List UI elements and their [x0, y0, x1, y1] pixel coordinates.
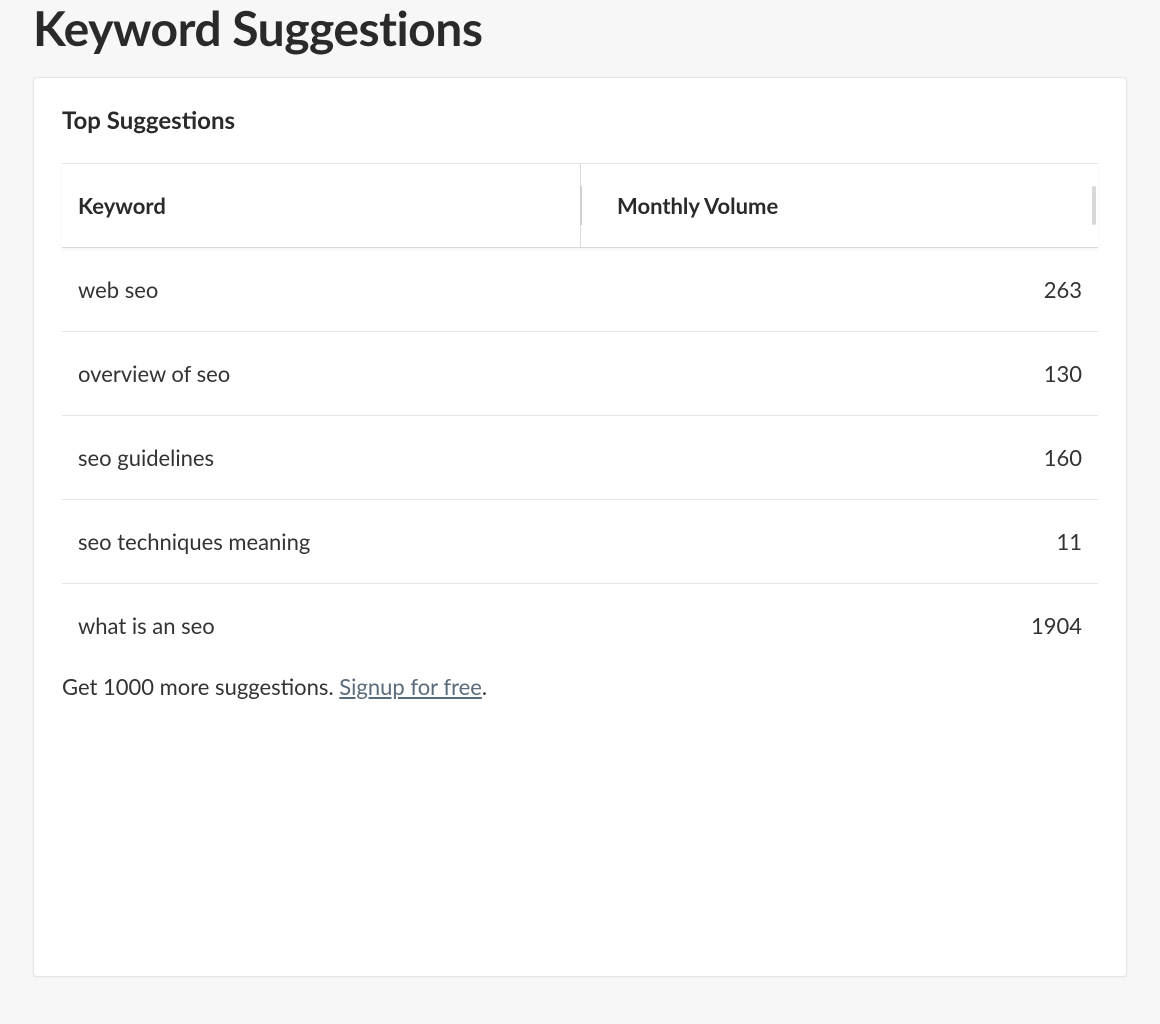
cta-prefix: Get 1000 more suggestions. — [62, 673, 339, 700]
page-container: Keyword Suggestions Top Suggestions Keyw… — [0, 0, 1160, 1010]
table-row: web seo 263 — [62, 248, 1098, 332]
cell-keyword: what is an seo — [78, 612, 1031, 639]
cell-keyword: web seo — [78, 276, 1044, 303]
cell-keyword: seo techniques meaning — [78, 528, 1056, 555]
cell-volume: 11 — [1056, 528, 1082, 555]
cell-keyword: seo guidelines — [78, 444, 1044, 471]
table-row: overview of seo 130 — [62, 332, 1098, 416]
column-header-keyword[interactable]: Keyword — [62, 164, 580, 247]
cell-volume: 263 — [1044, 276, 1082, 303]
cell-volume: 160 — [1044, 444, 1082, 471]
suggestions-card: Top Suggestions Keyword Monthly Volume w… — [33, 77, 1127, 977]
table-row: what is an seo 1904 — [62, 584, 1098, 667]
cell-volume: 1904 — [1031, 612, 1082, 639]
cell-keyword: overview of seo — [78, 360, 1044, 387]
table-row: seo guidelines 160 — [62, 416, 1098, 500]
suggestions-table: Keyword Monthly Volume web seo 263 overv… — [62, 163, 1098, 667]
signup-link[interactable]: Signup for free — [339, 673, 482, 700]
page-title: Keyword Suggestions — [33, 0, 1127, 57]
table-row: seo techniques meaning 11 — [62, 500, 1098, 584]
column-header-volume[interactable]: Monthly Volume — [580, 164, 1098, 247]
cta-line: Get 1000 more suggestions. Signup for fr… — [62, 673, 1098, 700]
card-title: Top Suggestions — [62, 106, 1098, 135]
cell-volume: 130 — [1044, 360, 1082, 387]
table-header-row: Keyword Monthly Volume — [62, 164, 1098, 248]
cta-suffix: . — [482, 673, 487, 700]
